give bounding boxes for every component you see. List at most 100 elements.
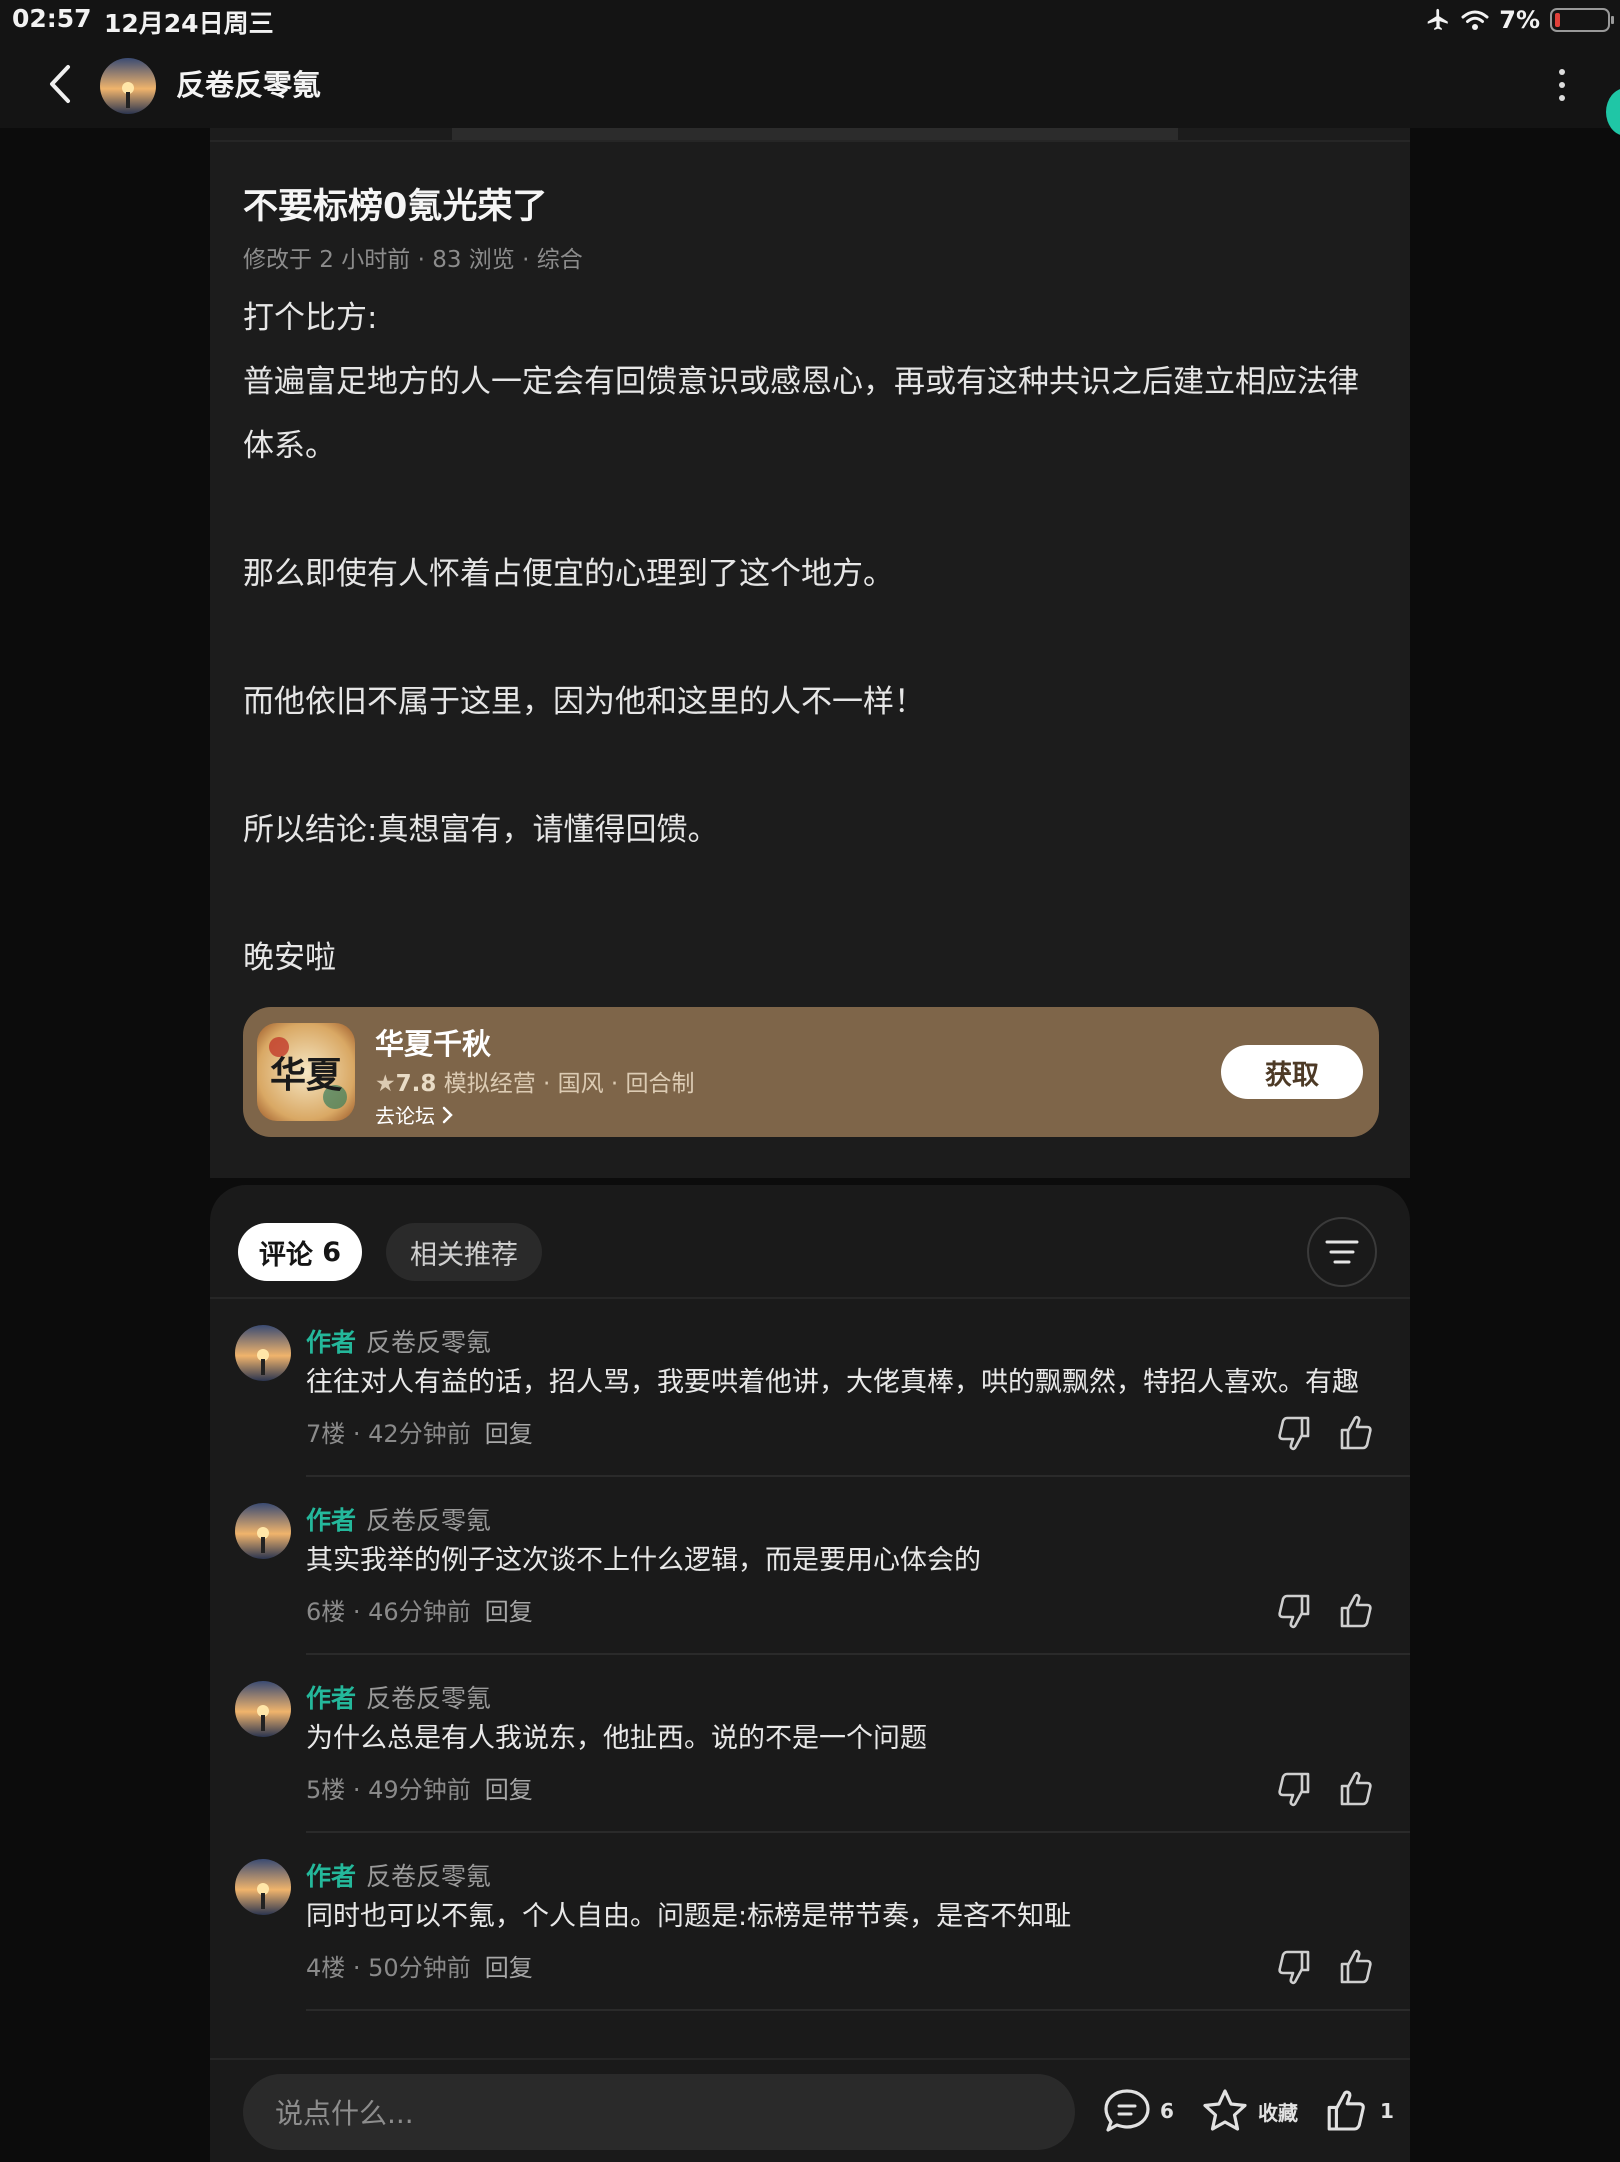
- favorite-button[interactable]: 收藏: [1200, 2076, 1298, 2146]
- svg-text:华夏: 华夏: [270, 1054, 343, 1096]
- post-paragraph: 普遍富足地方的人一定会有回馈意识或感恩心，再或有这种共识之后建立相应法律体系。: [243, 364, 1359, 464]
- thumbs-down-icon[interactable]: [1274, 1947, 1314, 1987]
- tab-comments[interactable]: 评论 6: [238, 1223, 362, 1281]
- comment-item: 作者 反卷反零氪 为什么总是有人我说东，他扯西。说的不是一个问题 5楼 · 49分…: [210, 1655, 1410, 1833]
- post-paragraph: [243, 606, 1383, 670]
- comment-username[interactable]: 反卷反零氪: [366, 1506, 491, 1535]
- comment-meta: 6楼 · 46分钟前 回复: [306, 1592, 533, 1627]
- like-count: 1: [1380, 2099, 1394, 2123]
- comments-panel: 评论 6 相关推荐 作者 反卷反零氪 往往对人有益的话，招人骂，我要哄着他讲，大佬…: [210, 1185, 1410, 2160]
- comment-header: 作者 反卷反零氪: [306, 1679, 491, 1715]
- comment-button[interactable]: 6: [1102, 2076, 1174, 2146]
- tab-comments-count: 6: [322, 1236, 342, 1268]
- app-icon: 华夏: [257, 1023, 355, 1121]
- comment-floor-time: 6楼 · 46分钟前: [306, 1598, 471, 1626]
- avatar[interactable]: [235, 1859, 291, 1915]
- comment-count: 6: [1160, 2099, 1174, 2123]
- favorite-label: 收藏: [1258, 2100, 1298, 2125]
- back-icon: [50, 65, 70, 103]
- divider: [306, 2009, 1410, 2011]
- post-paragraph: [243, 734, 1383, 798]
- comment-username[interactable]: 反卷反零氪: [366, 1862, 491, 1891]
- app-promo-card[interactable]: 华夏 华夏千秋 ★7.8 模拟经营 · 国风 · 回合制 去论坛 获取: [243, 1007, 1379, 1137]
- nav-title: 反卷反零氪: [176, 68, 322, 102]
- comment-header: 作者 反卷反零氪: [306, 1857, 491, 1893]
- wifi-icon: [1461, 10, 1489, 30]
- post-paragraph: 而他依旧不属于这里，因为他和这里的人不一样！: [243, 684, 925, 720]
- post-paragraph: 打个比方:: [243, 300, 378, 336]
- tab-related[interactable]: 相关推荐: [386, 1223, 542, 1281]
- avatar[interactable]: [235, 1325, 291, 1381]
- comment-icon: [1104, 2089, 1150, 2132]
- thumbs-up-icon[interactable]: [1336, 1591, 1376, 1631]
- sort-icon: [1325, 1240, 1359, 1264]
- app-tags: ★7.8 模拟经营 · 国风 · 回合制: [375, 1064, 695, 1098]
- comment-item: 作者 反卷反零氪 往往对人有益的话，招人骂，我要哄着他讲，大佬真棒，哄的飘飘然，特…: [210, 1299, 1410, 1477]
- get-app-button[interactable]: 获取: [1221, 1045, 1363, 1099]
- status-indicators: 7%: [1425, 6, 1614, 34]
- thumbs-up-icon: [1327, 2090, 1365, 2131]
- comment-floor-time: 7楼 · 42分钟前: [306, 1420, 471, 1448]
- app-tag-list: 模拟经营 · 国风 · 回合制: [443, 1071, 695, 1097]
- post-meta: 修改于 2 小时前 · 83 浏览 · 综合: [243, 247, 583, 273]
- reply-button[interactable]: 回复: [485, 1420, 533, 1448]
- thumbs-down-icon[interactable]: [1274, 1413, 1314, 1453]
- chevron-right-icon: [442, 1106, 453, 1123]
- bottom-action-bar: 说点什么... 6 收藏 1: [210, 2058, 1410, 2162]
- back-button[interactable]: [40, 56, 80, 112]
- thumbs-up-icon[interactable]: [1336, 1769, 1376, 1809]
- forum-link-label: 去论坛: [375, 1104, 435, 1128]
- reply-button[interactable]: 回复: [485, 1776, 533, 1804]
- author-avatar[interactable]: [100, 58, 156, 114]
- post-body: 打个比方: 普遍富足地方的人一定会有回馈意识或感恩心，再或有这种共识之后建立相应…: [243, 286, 1383, 990]
- author-badge: 作者: [306, 1506, 357, 1535]
- like-button[interactable]: 1: [1320, 2076, 1394, 2146]
- thumbs-down-icon[interactable]: [1274, 1591, 1314, 1631]
- thumbs-up-icon[interactable]: [1336, 1413, 1376, 1453]
- comment-header: 作者 反卷反零氪: [306, 1323, 491, 1359]
- comment-meta: 5楼 · 49分钟前 回复: [306, 1770, 533, 1805]
- previous-section-edge: [452, 128, 1178, 140]
- avatar[interactable]: [235, 1503, 291, 1559]
- post-title: 不要标榜0氪光荣了: [243, 187, 548, 227]
- comment-text: 往往对人有益的话，招人骂，我要哄着他讲，大佬真棒，哄的飘飘然，特招人喜欢。有趣: [306, 1367, 1359, 1398]
- comment-meta: 4楼 · 50分钟前 回复: [306, 1948, 533, 1983]
- divider: [210, 140, 1410, 142]
- reply-button[interactable]: 回复: [485, 1954, 533, 1982]
- author-badge: 作者: [306, 1328, 357, 1357]
- comment-floor-time: 5楼 · 49分钟前: [306, 1776, 471, 1804]
- comment-item: 作者 反卷反零氪 其实我举的例子这次谈不上什么逻辑，而是要用心体会的 6楼 · 4…: [210, 1477, 1410, 1655]
- floating-action-edge[interactable]: [1606, 88, 1620, 136]
- airplane-icon: [1427, 8, 1448, 30]
- thumbs-down-icon[interactable]: [1274, 1769, 1314, 1809]
- app-rating: 7.8: [395, 1071, 437, 1097]
- star-icon: ★: [375, 1071, 396, 1097]
- post-paragraph: [243, 862, 1383, 926]
- comment-text: 同时也可以不氪，个人自由。问题是:标榜是带节奏，是吝不知耻: [306, 1901, 1072, 1932]
- comment-username[interactable]: 反卷反零氪: [366, 1684, 491, 1713]
- comment-floor-time: 4楼 · 50分钟前: [306, 1954, 471, 1982]
- comment-text: 为什么总是有人我说东，他扯西。说的不是一个问题: [306, 1723, 927, 1754]
- post-paragraph: [243, 478, 1383, 542]
- favorite-star-icon: [1203, 2089, 1247, 2131]
- post-card: 不要标榜0氪光荣了 修改于 2 小时前 · 83 浏览 · 综合 打个比方: 普…: [210, 128, 1410, 1178]
- sort-button[interactable]: [1307, 1217, 1377, 1287]
- comment-item: 作者 反卷反零氪 同时也可以不氪，个人自由。问题是:标榜是带节奏，是吝不知耻 4楼…: [210, 1833, 1410, 2011]
- more-icon[interactable]: [1546, 60, 1578, 110]
- status-time: 02:57: [12, 4, 92, 33]
- app-forum-link[interactable]: 去论坛: [375, 1100, 453, 1129]
- reply-button[interactable]: 回复: [485, 1598, 533, 1626]
- author-badge: 作者: [306, 1684, 357, 1713]
- avatar[interactable]: [235, 1681, 291, 1737]
- comment-input[interactable]: 说点什么...: [243, 2074, 1075, 2150]
- post-paragraph: 所以结论:真想富有，请懂得回馈。: [243, 812, 719, 848]
- comment-username[interactable]: 反卷反零氪: [366, 1328, 491, 1357]
- status-date: 12月24日周三: [104, 9, 274, 38]
- post-paragraph: 那么即使有人怀着占便宜的心理到了这个地方。: [243, 556, 894, 592]
- comment-header: 作者 反卷反零氪: [306, 1501, 491, 1537]
- thumbs-up-icon[interactable]: [1336, 1947, 1376, 1987]
- tab-comments-label: 评论: [258, 1239, 313, 1271]
- app-name: 华夏千秋: [375, 1027, 492, 1061]
- battery-icon: [1550, 8, 1614, 32]
- post-paragraph: 晚安啦: [243, 940, 336, 976]
